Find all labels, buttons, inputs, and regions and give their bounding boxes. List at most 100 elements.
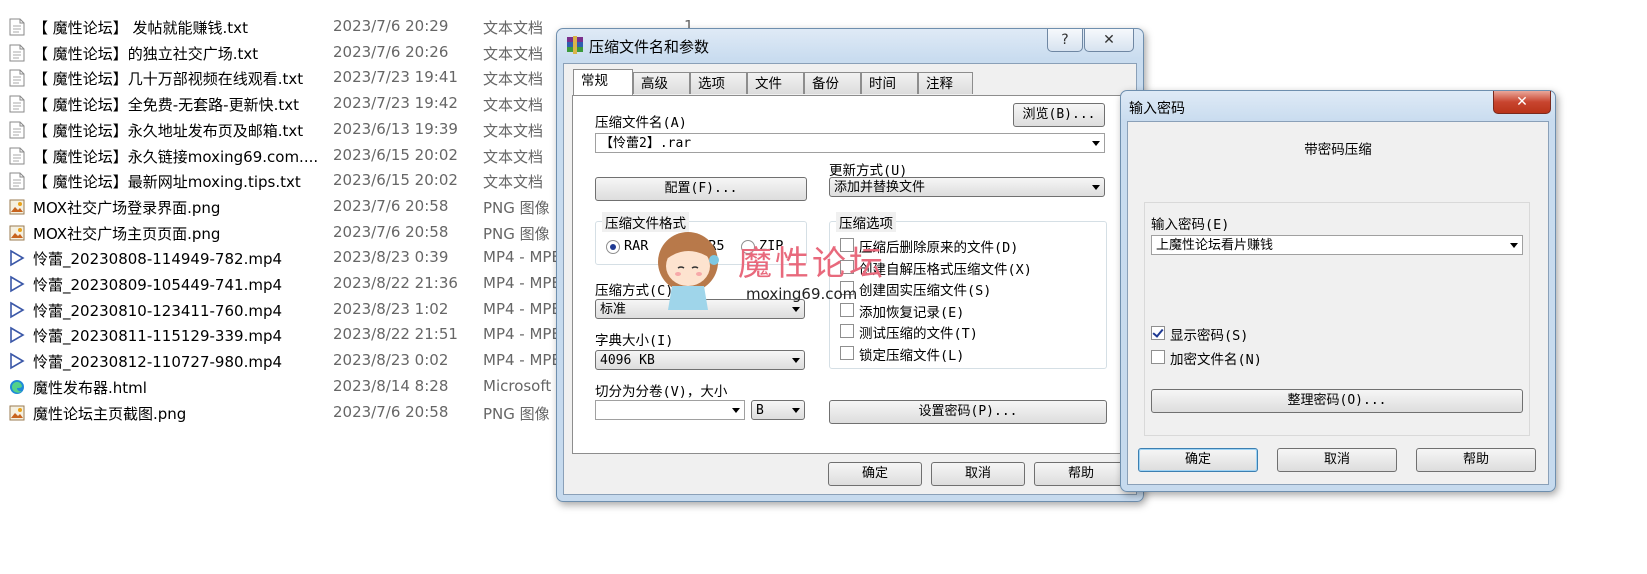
tab-strip: 常规 高级 选项 文件 备份 时间 注释 xyxy=(573,69,973,96)
close-title-button[interactable]: ✕ xyxy=(1493,91,1551,114)
split-unit-select[interactable]: B xyxy=(751,400,805,420)
split-size-combo[interactable] xyxy=(595,400,745,420)
checkbox-box xyxy=(1151,350,1165,364)
ok-button[interactable]: 确定 xyxy=(828,462,922,486)
password-panel: 输入密码(E) 上魔性论坛看片赚钱 显示密码(S) 加密文件名(N) 整理密码(… xyxy=(1144,202,1530,436)
file-row[interactable]: 怜蕾_20230811-115129-339.mp4 2023/8/22 21:5… xyxy=(0,322,620,348)
chevron-down-icon xyxy=(792,408,800,413)
tab-3[interactable]: 文件 xyxy=(747,72,804,94)
file-name: 怜蕾_20230812-110727-980.mp4 xyxy=(33,353,283,372)
file-row[interactable]: 怜蕾_20230809-105449-741.mp4 2023/8/22 21:3… xyxy=(0,271,620,297)
radio-dot xyxy=(606,240,620,254)
file-name: 【 魔性论坛】的独立社交广场.txt xyxy=(33,44,259,63)
method-value: 标准 xyxy=(600,302,627,317)
file-name: MOX社交广场主页页面.png xyxy=(33,224,221,243)
file-date: 2023/8/23 0:39 xyxy=(333,248,449,267)
file-row[interactable]: 怜蕾_20230810-123411-760.mp4 2023/8/23 1:02… xyxy=(0,297,620,323)
file-row[interactable]: 【 魔性论坛】的独立社交广场.txt 2023/7/6 20:26 文本文档 xyxy=(0,40,620,66)
file-row[interactable]: 魔性论坛主页截图.png 2023/7/6 20:58 PNG 图像 xyxy=(0,400,620,426)
file-row[interactable]: 【 魔性论坛】全免费-无套路-更新快.txt 2023/7/23 19:42 文本文… xyxy=(0,91,620,117)
file-type: 文本文档 xyxy=(483,44,544,63)
file-row[interactable]: 【 魔性论坛】永久地址发布页及邮箱.txt 2023/6/13 19:39 文本文档 xyxy=(0,117,620,143)
file-date: 2023/7/6 20:58 xyxy=(333,222,449,241)
edge-html-icon xyxy=(9,378,25,396)
help-title-button[interactable]: ? xyxy=(1047,29,1083,52)
file-date: 2023/6/15 20:02 xyxy=(333,171,458,190)
file-type: PNG 图像 xyxy=(483,198,550,217)
chevron-down-icon xyxy=(1092,141,1100,146)
checkbox-label: 测试压缩的文件(T) xyxy=(859,326,978,342)
tab-2[interactable]: 选项 xyxy=(690,72,747,94)
file-type: PNG 图像 xyxy=(483,224,550,243)
archive-name-combo[interactable]: 【怜蕾2】.rar xyxy=(595,133,1105,153)
dict-select[interactable]: 4096 KB xyxy=(595,350,805,370)
tab-6[interactable]: 注释 xyxy=(918,72,973,94)
profiles-button[interactable]: 配置(F)... xyxy=(595,177,807,201)
watermark-url: moxing69.com xyxy=(746,285,858,303)
file-row[interactable]: 魔性发布器.html 2023/8/14 8:28 Microsoft Edge xyxy=(0,374,620,400)
file-name: 怜蕾_20230811-115129-339.mp4 xyxy=(33,327,283,346)
file-row[interactable]: MOX社交广场主页页面.png 2023/7/6 20:58 PNG 图像 xyxy=(0,220,620,246)
tab-0[interactable]: 常规 xyxy=(573,69,633,95)
file-name: 怜蕾_20230809-105449-741.mp4 xyxy=(33,276,283,294)
file-row[interactable]: 怜蕾_20230812-110727-980.mp4 2023/8/23 0:02… xyxy=(0,348,620,374)
file-row[interactable]: 【 魔性论坛】几十万部视频在线观看.txt 2023/7/23 19:41 文本文档 xyxy=(0,65,620,91)
file-date: 2023/7/6 20:29 xyxy=(333,17,449,35)
help-button[interactable]: 帮助 xyxy=(1416,448,1536,472)
split-unit-value: B xyxy=(756,403,764,418)
dict-value: 4096 KB xyxy=(600,353,655,368)
cancel-button[interactable]: 取消 xyxy=(931,462,1025,486)
file-date: 2023/7/6 20:58 xyxy=(333,196,449,215)
file-date: 2023/7/6 20:26 xyxy=(333,42,449,61)
image-file-icon xyxy=(9,224,25,242)
text-file-icon xyxy=(9,44,25,62)
chevron-down-icon xyxy=(792,358,800,363)
help-button[interactable]: 帮助 xyxy=(1034,462,1128,486)
file-name: 【 魔性论坛】全免费-无套路-更新快.txt xyxy=(33,96,300,115)
file-date: 2023/7/6 20:58 xyxy=(333,402,449,421)
close-icon: ✕ xyxy=(1516,94,1528,110)
tab-1[interactable]: 高级 xyxy=(633,72,690,94)
file-name: 【 魔性论坛】 发帖就能赚钱.txt xyxy=(33,19,248,37)
file-name: 【 魔性论坛】永久地址发布页及邮箱.txt xyxy=(33,121,304,140)
video-file-icon xyxy=(9,326,25,344)
cancel-button[interactable]: 取消 xyxy=(1277,448,1397,472)
update-mode-select[interactable]: 添加并替换文件 xyxy=(829,177,1105,197)
format-radio-label: RAR xyxy=(624,238,649,254)
archive-name-label: 压缩文件名(A) xyxy=(595,115,687,131)
file-row[interactable]: MOX社交广场登录界面.png 2023/7/6 20:58 PNG 图像 xyxy=(0,194,620,220)
file-row[interactable]: 怜蕾_20230808-114949-782.mp4 2023/8/23 0:39… xyxy=(0,245,620,271)
mascot-girl-icon xyxy=(658,232,719,310)
tab-4[interactable]: 备份 xyxy=(804,72,861,94)
chevron-down-icon xyxy=(732,408,740,413)
checkbox-label: 加密文件名(N) xyxy=(1170,352,1262,368)
text-file-icon xyxy=(9,121,25,139)
file-name: 【 魔性论坛】最新网址moxing.tips.txt xyxy=(33,173,301,192)
ok-button[interactable]: 确定 xyxy=(1138,448,1258,472)
browse-button[interactable]: 浏览(B)... xyxy=(1013,103,1105,127)
password-input[interactable]: 上魔性论坛看片赚钱 xyxy=(1151,235,1523,255)
organize-passwords-button[interactable]: 整理密码(O)... xyxy=(1151,389,1523,413)
file-name: 怜蕾_20230810-123411-760.mp4 xyxy=(33,301,283,320)
file-date: 2023/8/23 1:02 xyxy=(333,299,449,318)
watermark-logo: 魔性论坛 moxing69.com xyxy=(650,222,900,312)
split-label: 切分为分卷(V)，大小 xyxy=(595,384,728,400)
help-icon: ? xyxy=(1061,32,1069,48)
file-type: 文本文档 xyxy=(483,70,544,89)
file-date: 2023/6/13 19:39 xyxy=(333,119,458,138)
file-row[interactable]: 【 魔性论坛】最新网址moxing.tips.txt 2023/6/15 20:0… xyxy=(0,168,620,194)
close-icon: ✕ xyxy=(1103,32,1115,48)
set-password-button[interactable]: 设置密码(P)... xyxy=(829,400,1107,424)
checkbox-box xyxy=(1151,326,1165,340)
file-row[interactable]: 【 魔性论坛】 发帖就能赚钱.txt2023/7/6 20:29文本文档1 KB xyxy=(0,14,704,53)
text-file-icon xyxy=(9,95,25,113)
close-title-button[interactable]: ✕ xyxy=(1084,29,1134,52)
password-label: 输入密码(E) xyxy=(1151,217,1230,233)
image-file-icon xyxy=(9,198,25,216)
tab-5[interactable]: 时间 xyxy=(861,72,918,94)
file-name: 魔性发布器.html xyxy=(33,378,147,397)
file-type: 文本文档 xyxy=(483,19,544,37)
file-row[interactable]: 【 魔性论坛】永久链接moxing69.com.... 2023/6/15 20:… xyxy=(0,143,620,169)
archive-dialog-title: 压缩文件名和参数 xyxy=(589,38,710,56)
winrar-icon xyxy=(565,35,585,55)
